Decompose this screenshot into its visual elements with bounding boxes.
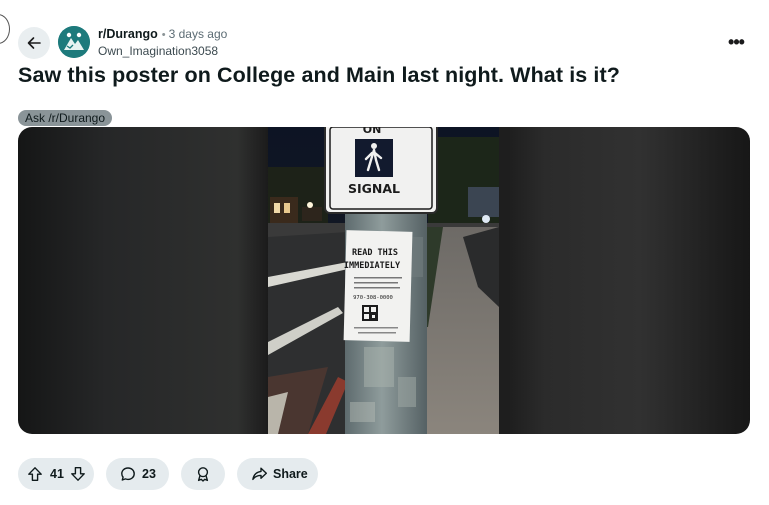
post-title: Saw this poster on College and Main last… (18, 63, 620, 87)
sign-top-text: ON (363, 127, 382, 136)
downvote-icon (71, 467, 85, 481)
upvote-button[interactable] (27, 466, 43, 482)
post-header: r/Durango • 3 days ago Own_Imagination3058… (18, 25, 758, 61)
more-options-button[interactable]: ••• (722, 31, 750, 53)
comment-count: 23 (142, 467, 156, 481)
post-time: 3 days ago (168, 27, 228, 41)
back-arrow-icon (27, 37, 41, 49)
subreddit-avatar-icon (58, 26, 90, 58)
vote-count: 41 (50, 467, 64, 481)
award-icon (197, 467, 209, 482)
post-meta: r/Durango • 3 days ago Own_Imagination3058 (98, 27, 227, 59)
share-button[interactable]: Share (237, 458, 318, 490)
poster-phone: 970-308-0000 (353, 295, 393, 301)
photo: ON SIGNAL READ THIS IMMEDIATELY 970-308-… (268, 127, 499, 434)
comment-icon-wrap (120, 466, 136, 482)
meta-separator: • (161, 29, 166, 41)
subreddit-name[interactable]: r/Durango (98, 27, 158, 41)
award-button[interactable] (181, 458, 225, 490)
back-button[interactable] (18, 27, 50, 59)
comment-icon (121, 467, 135, 481)
vote-bar: 41 (18, 458, 94, 490)
post-image[interactable]: ON SIGNAL READ THIS IMMEDIATELY 970-308-… (18, 127, 750, 434)
poster-line-1: READ THIS (352, 248, 398, 258)
upvote-icon (28, 467, 42, 481)
comments-button[interactable]: 23 (106, 458, 169, 490)
share-icon (252, 467, 267, 481)
award-icon-wrap (195, 466, 211, 482)
post-flair[interactable]: Ask /r/Durango (18, 110, 113, 126)
poster-line-2: IMMEDIATELY (344, 261, 401, 271)
downvote-button[interactable] (70, 466, 86, 482)
subreddit-avatar[interactable] (58, 26, 90, 58)
share-icon-wrap (251, 466, 268, 482)
sign-bottom-text: SIGNAL (348, 181, 400, 196)
corner-decoration (0, 14, 10, 44)
author-username[interactable]: Own_Imagination3058 (98, 44, 227, 59)
more-options-icon: ••• (728, 31, 745, 52)
share-label: Share (273, 467, 308, 481)
